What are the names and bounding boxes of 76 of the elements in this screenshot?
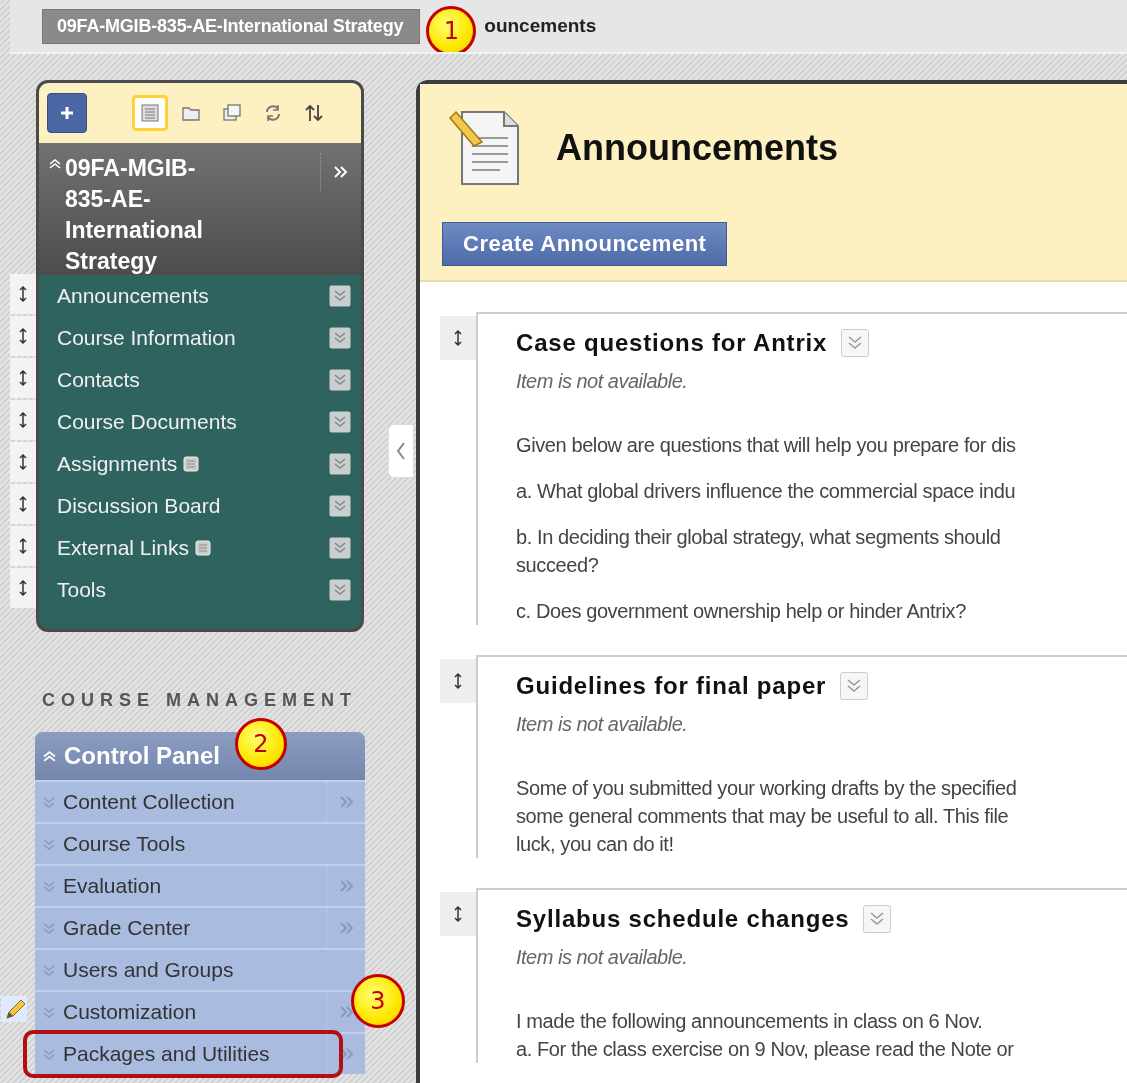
menu-item[interactable]: Tools [57, 578, 107, 602]
options-menu-icon[interactable] [329, 327, 351, 349]
announcement-text: a. For the class exercise on 9 Nov, please read the Note or [516, 1037, 1015, 1062]
drag-handle-icon[interactable] [440, 659, 476, 703]
collapse-icon[interactable] [49, 159, 61, 169]
drag-handle-icon[interactable] [10, 568, 36, 608]
refresh-icon[interactable] [263, 103, 283, 123]
availability-note: Item is not available. [516, 946, 689, 969]
control-panel-item[interactable]: Customization [63, 1000, 326, 1024]
announcement-title: Syllabus schedule changes [516, 905, 850, 933]
drag-handle-icon[interactable] [10, 526, 36, 566]
page-title: Announcements [556, 127, 839, 169]
drag-handle-icon[interactable] [10, 400, 36, 440]
availability-note: Item is not available. [516, 370, 689, 393]
announcement-text: a. What global drivers influence the commercial space indu [516, 479, 1017, 504]
menu-item[interactable]: Announcements [57, 284, 209, 308]
drag-handle-icon[interactable] [10, 316, 36, 356]
breadcrumb-link[interactable]: 09FA-MGIB-835-AE-International Strategy [42, 8, 421, 44]
options-menu-icon[interactable] [329, 285, 351, 307]
options-menu-icon[interactable] [841, 329, 870, 357]
availability-note: Item is not available. [516, 713, 689, 736]
create-announcement-button[interactable]: Create Announcement [442, 222, 728, 266]
sort-icon[interactable] [304, 103, 324, 123]
drag-handle-icon[interactable] [10, 358, 36, 398]
breadcrumb-link[interactable]: ouncements [484, 15, 597, 37]
announcement-title: Case questions for Antrix [516, 329, 828, 357]
options-menu-icon[interactable] [329, 579, 351, 601]
drag-handle-icon[interactable] [440, 316, 476, 360]
announcement-title: Guidelines for final paper [516, 672, 827, 700]
menu-item[interactable]: Assignments [57, 452, 178, 476]
menu-item[interactable]: Discussion Board [57, 494, 221, 518]
plus-icon[interactable] [60, 106, 74, 120]
menu-item[interactable]: Course Documents [57, 410, 237, 434]
add-button[interactable] [47, 93, 87, 133]
drag-handle-icon[interactable] [10, 442, 36, 482]
section-heading: COURSE MANAGEMENT [42, 690, 358, 710]
collapse-icon[interactable] [43, 750, 56, 762]
announcement-text: some general comments that may be useful to all. This file [516, 804, 1010, 829]
pencil-icon[interactable] [1, 996, 27, 1022]
list-view-icon[interactable] [140, 103, 160, 123]
options-menu-icon[interactable] [329, 411, 351, 433]
control-panel-item[interactable]: Course Tools [63, 832, 327, 856]
drag-handle-icon[interactable] [10, 484, 36, 524]
callout-badge: 2 [235, 718, 287, 770]
windows-icon[interactable] [222, 103, 242, 123]
chevron-left-icon[interactable] [396, 441, 406, 461]
control-panel-item[interactable]: Packages and Utilities [63, 1042, 326, 1066]
announcement-text: c. Does government ownership help or hinder Antrix? [516, 599, 967, 624]
announcement-text: b. In deciding their global strategy, what segments should [516, 525, 1002, 550]
announcement-text: succeed? [516, 553, 600, 578]
control-panel-item[interactable]: Content Collection [63, 790, 326, 814]
announcement-text: I made the following announcements in class on 6 Nov. [516, 1009, 984, 1034]
options-menu-icon[interactable] [329, 537, 351, 559]
menu-item[interactable]: Course Information [57, 326, 236, 350]
list-view-button[interactable] [132, 95, 168, 131]
options-menu-icon[interactable] [329, 453, 351, 475]
control-panel-title[interactable]: Control Panel [64, 742, 220, 770]
menu-item[interactable]: Contacts [57, 368, 140, 392]
drag-handle-icon[interactable] [10, 274, 36, 314]
announcement-text: Some of you submitted your working drafts by the specified [516, 776, 1018, 801]
drag-handle-icon[interactable] [440, 892, 476, 936]
control-panel-item[interactable]: Evaluation [63, 874, 326, 898]
submenu-icon[interactable] [339, 1006, 353, 1018]
control-panel-item[interactable]: Grade Center [63, 916, 326, 940]
control-panel-item[interactable]: Users and Groups [63, 958, 327, 982]
menu-item[interactable]: External Links [57, 536, 189, 560]
options-menu-icon[interactable] [840, 672, 869, 700]
course-title[interactable]: 09FA-MGIB-835-AE-International Strategy [65, 153, 235, 277]
collapse-sidebar-button[interactable] [388, 424, 413, 478]
options-menu-icon[interactable] [329, 495, 351, 517]
options-menu-icon[interactable] [329, 369, 351, 391]
callout-badge: 3 [351, 974, 405, 1028]
options-menu-icon[interactable] [863, 905, 892, 933]
callout-badge: 1 [426, 6, 477, 52]
announcement-text: Given below are questions that will help you prepare for dis [516, 433, 1017, 458]
announcement-text: luck, you can do it! [516, 832, 675, 857]
